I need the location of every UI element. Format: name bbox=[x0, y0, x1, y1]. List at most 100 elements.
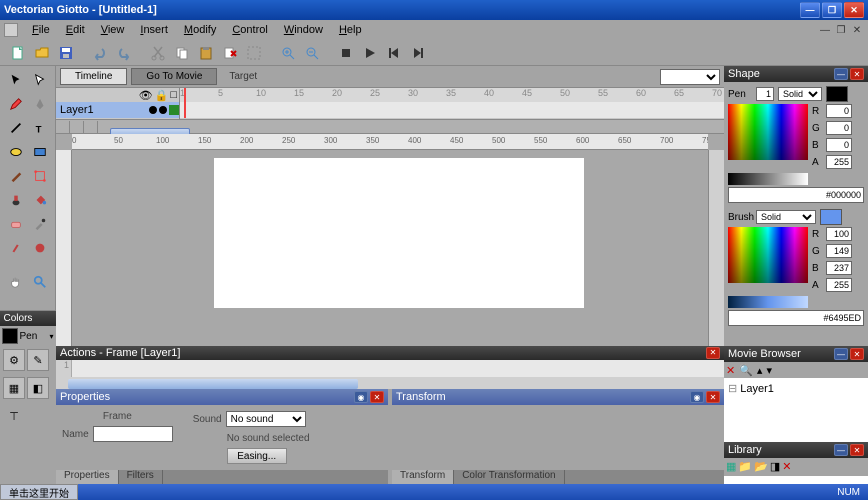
actions-tab-icon[interactable]: ⚙ bbox=[3, 349, 25, 371]
mb-delete-icon[interactable]: ✕ bbox=[726, 364, 735, 376]
eye-icon[interactable]: 👁 bbox=[139, 89, 153, 102]
gotomovie-tab[interactable]: Go To Movie bbox=[131, 68, 217, 85]
pen-r-input[interactable] bbox=[826, 104, 852, 118]
menu-view[interactable]: View bbox=[93, 24, 133, 36]
pen-g-input[interactable] bbox=[826, 121, 852, 135]
mb-layer-item[interactable]: Layer1 bbox=[740, 383, 774, 395]
line-tool[interactable] bbox=[5, 117, 27, 139]
minimize-button[interactable]: — bbox=[800, 2, 820, 18]
start-button[interactable]: 单击这里开始 bbox=[0, 484, 78, 500]
cut-button[interactable] bbox=[148, 43, 168, 63]
menu-window[interactable]: Window bbox=[276, 24, 331, 36]
lib-open-icon[interactable]: 📂 bbox=[754, 460, 768, 474]
lib-new-folder-icon[interactable]: 📁 bbox=[738, 460, 752, 474]
zoom-out-button[interactable] bbox=[302, 43, 322, 63]
gradient-tool[interactable] bbox=[29, 237, 51, 259]
layer-row[interactable]: Layer1 bbox=[56, 102, 179, 118]
pen-b-input[interactable] bbox=[826, 138, 852, 152]
movie-browser-tree[interactable]: ⊟ Layer1 bbox=[724, 378, 868, 442]
timeline-tab[interactable]: Timeline bbox=[60, 68, 127, 85]
close-button[interactable]: ✕ bbox=[844, 2, 864, 18]
lib-delete-icon[interactable]: ✕ bbox=[782, 460, 791, 474]
dropper-tool[interactable] bbox=[5, 237, 27, 259]
mb-close-icon[interactable]: ✕ bbox=[850, 348, 864, 360]
pen-value-slider[interactable] bbox=[728, 173, 808, 185]
canvas-scroll-v[interactable] bbox=[708, 150, 724, 350]
oval-tool[interactable] bbox=[5, 141, 27, 163]
frame-name-input[interactable] bbox=[93, 426, 173, 442]
layer-vis-dot[interactable] bbox=[149, 106, 157, 114]
paste-button[interactable] bbox=[196, 43, 216, 63]
mb-search-icon[interactable]: 🔍 bbox=[739, 364, 753, 376]
pen-a-input[interactable] bbox=[826, 155, 852, 169]
outline-icon[interactable]: □ bbox=[170, 89, 177, 101]
timeline-frames[interactable] bbox=[180, 102, 724, 118]
transform-pin-icon[interactable]: ◉ bbox=[690, 391, 704, 403]
brush-color-picker[interactable] bbox=[728, 227, 808, 283]
brush-hex[interactable]: #6495ED bbox=[728, 310, 864, 326]
layer-color-swatch[interactable] bbox=[169, 105, 179, 115]
lib-minimize-icon[interactable]: — bbox=[834, 444, 848, 456]
copy-button[interactable] bbox=[172, 43, 192, 63]
brush-a-input[interactable] bbox=[826, 278, 852, 292]
bucket-tool[interactable] bbox=[29, 189, 51, 211]
properties-tab-icon[interactable]: ▦ bbox=[3, 377, 25, 399]
properties-pin-icon[interactable]: ◉ bbox=[354, 391, 368, 403]
pen-style-select[interactable]: Solid bbox=[778, 87, 822, 101]
subselect-tool[interactable] bbox=[29, 69, 51, 91]
stop-button[interactable] bbox=[336, 43, 356, 63]
zoom-tool[interactable] bbox=[29, 271, 51, 293]
text-tool[interactable]: T bbox=[29, 117, 51, 139]
lib-close-icon[interactable]: ✕ bbox=[850, 444, 864, 456]
add-layer-button[interactable] bbox=[56, 121, 70, 133]
maximize-button[interactable]: ❐ bbox=[822, 2, 842, 18]
rect-tool[interactable] bbox=[29, 141, 51, 163]
library-list[interactable] bbox=[724, 476, 868, 484]
shape-close-icon[interactable]: ✕ bbox=[850, 68, 864, 80]
brush-swatch[interactable] bbox=[820, 209, 842, 225]
actions-editor[interactable] bbox=[72, 360, 724, 377]
doc-minimize-button[interactable]: — bbox=[818, 23, 832, 37]
next-frame-button[interactable] bbox=[408, 43, 428, 63]
add-folder-button[interactable] bbox=[70, 121, 84, 133]
transform-tool[interactable] bbox=[29, 165, 51, 187]
prev-frame-button[interactable] bbox=[384, 43, 404, 63]
pen-swatch[interactable] bbox=[826, 86, 848, 102]
menu-edit[interactable]: Edit bbox=[58, 24, 93, 36]
delete-layer-button[interactable] bbox=[84, 121, 98, 133]
menu-file[interactable]: File bbox=[24, 24, 58, 36]
select-all-button[interactable] bbox=[244, 43, 264, 63]
zoom-in-button[interactable] bbox=[278, 43, 298, 63]
actions-scrollbar[interactable] bbox=[56, 377, 724, 389]
layer-lock-dot[interactable] bbox=[159, 106, 167, 114]
hand-tool[interactable] bbox=[5, 271, 27, 293]
lock-icon[interactable]: 🔒 bbox=[155, 89, 169, 102]
open-button[interactable] bbox=[32, 43, 52, 63]
delete-button[interactable] bbox=[220, 43, 240, 63]
pencil-tool[interactable] bbox=[5, 93, 27, 115]
brush-value-slider[interactable] bbox=[728, 296, 808, 308]
pen-tool[interactable] bbox=[29, 93, 51, 115]
color-transform-subtab[interactable]: Color Transformation bbox=[454, 470, 564, 484]
lib-properties-icon[interactable]: ◨ bbox=[770, 460, 780, 474]
properties-close-icon[interactable]: ✕ bbox=[370, 391, 384, 403]
doc-close-button[interactable]: ✕ bbox=[850, 23, 864, 37]
eraser-tool[interactable] bbox=[5, 213, 27, 235]
properties-subtab[interactable]: Properties bbox=[56, 470, 119, 484]
eyedropper-tool[interactable] bbox=[29, 213, 51, 235]
playhead[interactable] bbox=[184, 88, 186, 118]
play-button[interactable] bbox=[360, 43, 380, 63]
menu-modify[interactable]: Modify bbox=[176, 24, 224, 36]
mb-down-icon[interactable]: ▾ bbox=[766, 364, 772, 376]
easing-button[interactable]: Easing... bbox=[227, 448, 287, 464]
pen-color-swatch[interactable] bbox=[2, 328, 18, 344]
mb-up-icon[interactable]: ▴ bbox=[757, 364, 763, 376]
pen-hex[interactable]: #000000 bbox=[728, 187, 864, 203]
filters-subtab[interactable]: Filters bbox=[119, 470, 163, 484]
redo-button[interactable] bbox=[114, 43, 134, 63]
brush-r-input[interactable] bbox=[826, 227, 852, 241]
pen-width-input[interactable] bbox=[756, 87, 774, 101]
brush-style-select[interactable]: Solid bbox=[756, 210, 816, 224]
pen-color-dropdown-icon[interactable]: ▾ bbox=[49, 332, 53, 341]
undo-button[interactable] bbox=[90, 43, 110, 63]
